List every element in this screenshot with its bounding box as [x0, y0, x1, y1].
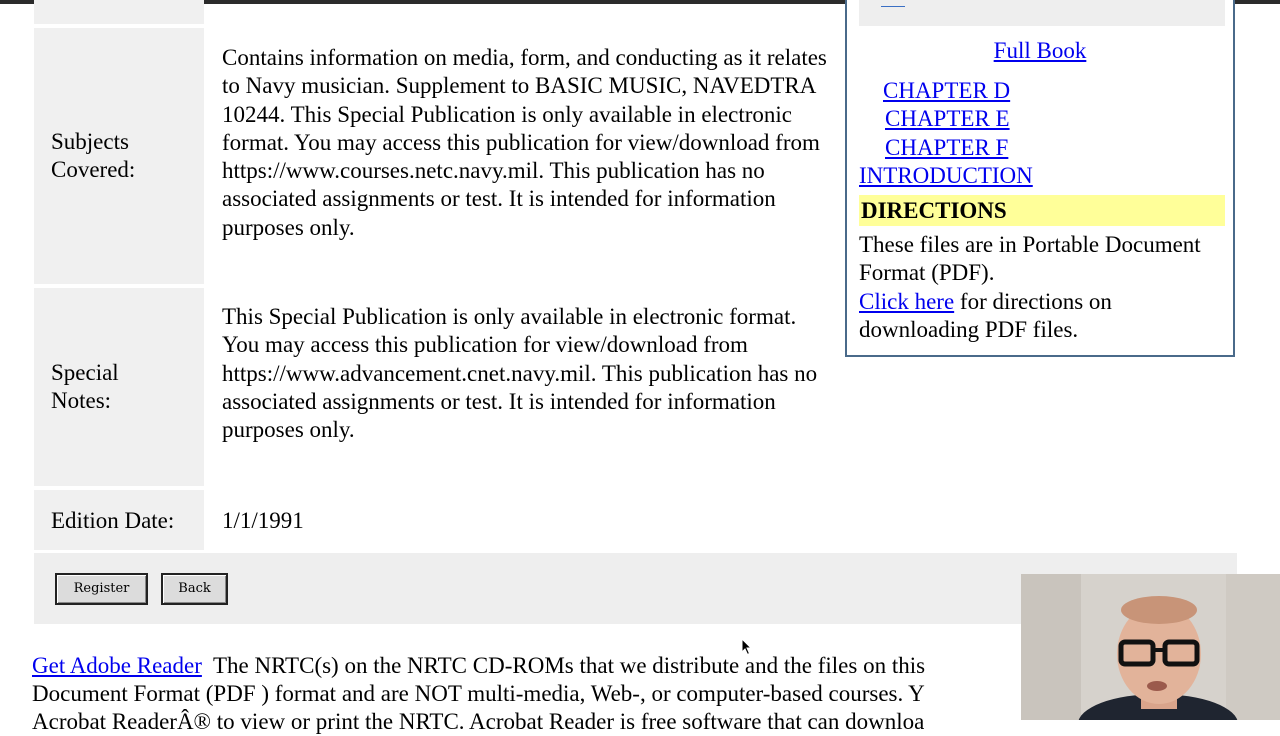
panel-header-link-fragment: [881, 0, 905, 7]
webcam-person-image: [1021, 574, 1280, 720]
get-adobe-reader-link[interactable]: Get Adobe Reader: [32, 653, 202, 678]
subjects-covered-value: Contains information on media, form, and…: [222, 45, 827, 240]
special-notes-value: This Special Publication is only availab…: [222, 304, 818, 443]
chapter-d-link[interactable]: CHAPTER D: [883, 77, 1010, 105]
panel-header-strip: [859, 0, 1225, 26]
directions-heading: DIRECTIONS: [859, 195, 1225, 226]
mouse-cursor-icon: [741, 638, 753, 656]
pdf-notice-line-3: Acrobat ReaderÂ® to view or print the NR…: [32, 709, 925, 734]
directions-text: These files are in Portable Document For…: [859, 231, 1231, 344]
pdf-notice-paragraph: Get Adobe Reader The NRTC(s) on the NRTC…: [32, 652, 1032, 736]
back-button[interactable]: Back: [161, 573, 228, 605]
full-book-link-container: Full Book: [847, 37, 1233, 65]
subjects-label-cell: Subjects Covered:: [34, 28, 204, 284]
course-files-panel: Full Book CHAPTER D CHAPTER E CHAPTER F …: [845, 0, 1235, 357]
register-button[interactable]: Register: [55, 573, 148, 605]
pdf-notice-line-2: Document Format (PDF ) format and are NO…: [32, 681, 925, 706]
table-top-cell-fragment: [34, 0, 204, 24]
webcam-overlay: [1021, 574, 1280, 720]
special-notes-label-cell: Special Notes:: [34, 288, 204, 486]
edition-date-label-cell: Edition Date:: [34, 490, 204, 550]
pdf-notice-line-1: The NRTC(s) on the NRTC CD-ROMs that we …: [201, 653, 926, 678]
chapter-e-link[interactable]: CHAPTER E: [885, 105, 1010, 133]
subjects-covered-label: Subjects Covered:: [51, 129, 136, 182]
directions-text-intro: These files are in Portable Document For…: [859, 232, 1201, 286]
chapter-f-link[interactable]: CHAPTER F: [885, 134, 1008, 162]
edition-date-label: Edition Date:: [51, 508, 175, 533]
special-notes-label: Special Notes:: [51, 360, 119, 413]
introduction-link[interactable]: INTRODUCTION: [859, 162, 1033, 190]
full-book-link[interactable]: Full Book: [994, 38, 1087, 63]
click-here-link[interactable]: Click here: [859, 289, 954, 314]
edition-date-value: 1/1/1991: [222, 508, 304, 533]
